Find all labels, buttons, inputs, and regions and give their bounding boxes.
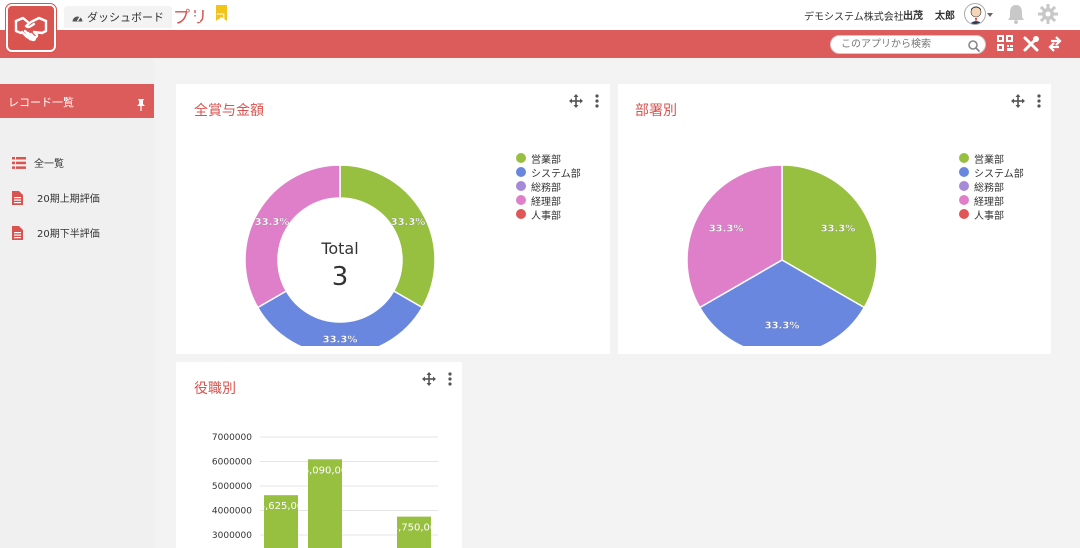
- legend-swatch: [959, 209, 969, 219]
- bell-icon[interactable]: [1007, 4, 1025, 24]
- legend-item[interactable]: 経理部: [516, 193, 581, 208]
- legend-swatch: [959, 153, 969, 163]
- legend-swatch: [516, 209, 526, 219]
- document-icon: [12, 190, 23, 205]
- y-tick-label: 7000000: [212, 433, 252, 443]
- avatar[interactable]: [964, 3, 986, 25]
- list-icon: [12, 156, 26, 169]
- legend-swatch: [516, 181, 526, 191]
- donut-center-label: Total: [320, 239, 358, 258]
- y-tick-label: 5000000: [212, 482, 252, 492]
- slice-label: 33.3%: [709, 224, 744, 235]
- slice-label: 33.3%: [765, 321, 800, 332]
- y-tick-label: 4000000: [212, 507, 252, 517]
- tab-dashboard-label: ダッシュボード: [87, 11, 164, 24]
- legend-label: 経理部: [974, 196, 1004, 208]
- legend-label: 経理部: [531, 196, 561, 208]
- legend-item[interactable]: 総務部: [959, 179, 1024, 194]
- pin-icon[interactable]: [136, 96, 146, 111]
- donut-center-value: 3: [332, 262, 349, 292]
- gear-icon[interactable]: [1038, 4, 1058, 24]
- qr-code-icon[interactable]: [997, 35, 1015, 53]
- plus-icon: [294, 12, 304, 22]
- switch-icon[interactable]: [1048, 35, 1066, 53]
- bar-value-label: 4,625,00: [259, 501, 304, 512]
- legend-item[interactable]: システム部: [516, 165, 581, 180]
- legend-label: 人事部: [974, 210, 1004, 222]
- legend-label: 人事部: [531, 210, 561, 222]
- legend-swatch: [516, 153, 526, 163]
- chart-legend: 営業部システム部総務部経理部人事部: [516, 151, 581, 222]
- y-tick-label: 3000000: [212, 531, 252, 541]
- legend-item[interactable]: システム部: [959, 165, 1024, 180]
- search-input[interactable]: [830, 35, 986, 54]
- legend-swatch: [959, 195, 969, 205]
- sidebar-item-label: 全一覧: [34, 159, 64, 170]
- legend-item[interactable]: 経理部: [959, 193, 1024, 208]
- list-icon: [190, 12, 200, 22]
- sidebar-header: レコード一覧: [0, 84, 154, 118]
- sidebar-item-label: 20期上期評価: [37, 194, 100, 205]
- legend-label: 総務部: [974, 182, 1004, 194]
- legend-label: 営業部: [974, 154, 1004, 166]
- legend-label: 営業部: [531, 154, 561, 166]
- slice-label: 33.3%: [255, 217, 290, 228]
- tab-record-list-label: レコード一覧: [204, 11, 270, 24]
- legend-swatch: [516, 195, 526, 205]
- tab-record-add-label: レコード登録: [308, 11, 374, 24]
- legend-label: システム部: [531, 168, 581, 180]
- chevron-down-icon[interactable]: [987, 13, 993, 17]
- pie-slice[interactable]: [339, 164, 436, 309]
- y-tick-label: 6000000: [212, 458, 252, 468]
- user-company: デモシステム株式会社: [804, 12, 904, 23]
- tab-record-list[interactable]: レコード一覧: [182, 6, 278, 28]
- panel-department: 部署別 33.3% 33.3% 33.3% 営業部 システム部 総務部 経理部 人事部: [618, 84, 1051, 354]
- pie-slice[interactable]: [244, 164, 341, 309]
- user-given-name: 太郎: [935, 11, 955, 22]
- legend-swatch: [959, 167, 969, 177]
- bar-chart: 7000000 6000000 5000000 4000000 3000000 4,625…: [212, 433, 438, 548]
- user-family-name: 出茂: [903, 11, 923, 22]
- panel-total-bonus: 全賞与金額 33.3% 33.3% 33.3% Total 3 営業部 システム部 総務部経…: [176, 84, 610, 354]
- legend-item[interactable]: 人事部: [959, 207, 1024, 222]
- slice-label: 33.3%: [821, 224, 856, 235]
- legend-item[interactable]: 営業部: [959, 151, 1024, 166]
- bar-value-label: 3,750,00: [392, 523, 437, 534]
- legend-item[interactable]: 人事部: [516, 207, 581, 222]
- search-icon[interactable]: [967, 38, 981, 53]
- sidebar-item-h1-review[interactable]: 20期上期評価: [12, 190, 100, 205]
- sidebar-item-all[interactable]: 全一覧: [12, 155, 64, 170]
- document-icon: [12, 225, 23, 240]
- panel-position: 役職別 7000000 6000000 5000000 4000000 3000000 4…: [176, 362, 462, 548]
- tab-record-add[interactable]: レコード登録: [286, 6, 382, 28]
- sidebar-item-label: 20期下半評価: [37, 229, 100, 240]
- legend-swatch: [959, 181, 969, 191]
- slice-label: 33.3%: [391, 217, 426, 228]
- legend-item[interactable]: 営業部: [516, 151, 581, 166]
- sidebar: [0, 58, 154, 548]
- legend-label: 総務部: [531, 182, 561, 194]
- legend-label: システム部: [974, 168, 1024, 180]
- legend-item[interactable]: 総務部: [516, 179, 581, 194]
- legend-swatch: [516, 167, 526, 177]
- app-logo-icon[interactable]: [6, 4, 56, 52]
- sidebar-item-h2-review[interactable]: 20期下半評価: [12, 225, 100, 240]
- dashboard-icon: [72, 16, 83, 21]
- slice-label: 33.3%: [323, 335, 358, 346]
- chart-legend: 営業部システム部総務部経理部人事部: [959, 151, 1024, 222]
- tab-dashboard[interactable]: ダッシュボード: [64, 6, 172, 28]
- tools-icon[interactable]: [1022, 35, 1040, 53]
- bar-value-label: 6,090,00: [303, 465, 348, 476]
